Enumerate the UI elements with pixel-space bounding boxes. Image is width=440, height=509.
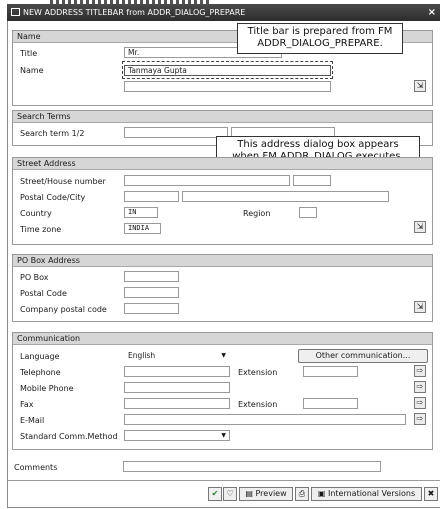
pobox-postal-field[interactable] — [124, 287, 179, 298]
titlebar-callout: Title bar is prepared from FM ADDR_DIALO… — [237, 23, 403, 54]
mobile-more-icon[interactable]: ⇨ — [414, 381, 426, 393]
telephone-label: Telephone — [20, 368, 61, 377]
street-address-group: Street Address Street/House number Posta… — [12, 157, 433, 245]
check-button[interactable]: ♡ — [223, 487, 237, 501]
communication-group: Communication Language English Other com… — [12, 332, 433, 450]
time-zone-field[interactable]: INDIA — [124, 223, 161, 234]
preview-button[interactable]: ▤ Preview — [239, 487, 293, 501]
street-house-label: Street/House number — [20, 177, 106, 186]
search-group-header: Search Terms — [13, 111, 432, 123]
window-title: NEW ADDRESS TITLEBAR from ADDR_DIALOG_PR… — [23, 8, 246, 17]
email-label: E-Mail — [20, 416, 45, 425]
fax-more-icon[interactable]: ⇨ — [414, 397, 426, 409]
other-communication-button[interactable]: Other communication... — [298, 349, 428, 363]
name-field-2[interactable] — [124, 81, 331, 92]
print-icon[interactable]: ⎙ — [295, 487, 309, 501]
mobile-label: Mobile Phone — [20, 384, 74, 393]
title-bar: NEW ADDRESS TITLEBAR from ADDR_DIALOG_PR… — [7, 4, 440, 21]
comments-field[interactable] — [123, 461, 381, 472]
fax-label: Fax — [20, 400, 34, 409]
country-label: Country — [20, 209, 52, 218]
email-field[interactable] — [124, 414, 406, 425]
pobox-group-header: PO Box Address — [13, 255, 432, 267]
house-number-field[interactable] — [293, 175, 331, 186]
company-postal-field[interactable] — [124, 303, 179, 314]
comments-label: Comments — [14, 463, 58, 472]
pobox-postal-label: Postal Code — [20, 289, 67, 298]
callout-text-2: ADDR_DIALOG_PREPARE. — [257, 38, 383, 49]
street-group-header: Street Address — [13, 158, 432, 170]
time-zone-label: Time zone — [20, 225, 62, 234]
window-icon — [11, 8, 20, 16]
po-box-label: PO Box — [20, 273, 49, 282]
search-term-label: Search term 1/2 — [20, 129, 85, 138]
international-label: International Versions — [327, 489, 416, 498]
telephone-field[interactable] — [124, 366, 230, 377]
city-field[interactable] — [182, 191, 389, 202]
more-fields-icon[interactable]: ⇲ — [414, 80, 426, 92]
preview-label: Preview — [255, 489, 287, 498]
footer-divider — [8, 480, 440, 481]
fax-field[interactable] — [124, 398, 230, 409]
region-label: Region — [243, 209, 271, 218]
language-label: Language — [20, 352, 60, 361]
po-box-field[interactable] — [124, 271, 179, 282]
region-field[interactable] — [299, 207, 317, 218]
company-postal-label: Company postal code — [20, 305, 107, 314]
fax-extension-label: Extension — [238, 400, 278, 409]
cancel-button[interactable]: ✖ — [424, 487, 438, 501]
title-label: Title — [20, 49, 38, 58]
name-label: Name — [20, 66, 44, 75]
comm-group-header: Communication — [13, 333, 432, 345]
confirm-button[interactable]: ✔ — [208, 487, 222, 501]
std-comm-method-select[interactable] — [124, 430, 230, 441]
language-select[interactable]: English — [124, 350, 230, 361]
close-icon[interactable]: × — [428, 4, 436, 21]
search-term-1-field[interactable] — [124, 127, 228, 138]
telephone-more-icon[interactable]: ⇨ — [414, 365, 426, 377]
street-more-icon[interactable]: ⇲ — [414, 221, 426, 233]
telephone-extension-field[interactable] — [303, 366, 358, 377]
mobile-field[interactable] — [124, 382, 230, 393]
country-field[interactable]: IN — [124, 207, 158, 218]
international-versions-button[interactable]: ▣ International Versions — [311, 487, 422, 501]
po-box-group: PO Box Address PO Box Postal Code Compan… — [12, 254, 433, 322]
callout-text-3: This address dialog box appears — [237, 139, 399, 150]
name-field-highlight — [122, 61, 333, 79]
pobox-more-icon[interactable]: ⇲ — [414, 301, 426, 313]
fax-extension-field[interactable] — [303, 398, 358, 409]
extension-label: Extension — [238, 368, 278, 377]
callout-text-1: Title bar is prepared from FM — [247, 26, 393, 37]
preview-icon: ▤ — [245, 489, 256, 498]
postal-city-label: Postal Code/City — [20, 193, 86, 202]
std-comm-method-label: Standard Comm.Method — [20, 432, 118, 441]
email-more-icon[interactable]: ⇨ — [414, 413, 426, 425]
international-icon: ▣ — [317, 489, 328, 498]
postal-code-field[interactable] — [124, 191, 179, 202]
street-field[interactable] — [124, 175, 290, 186]
